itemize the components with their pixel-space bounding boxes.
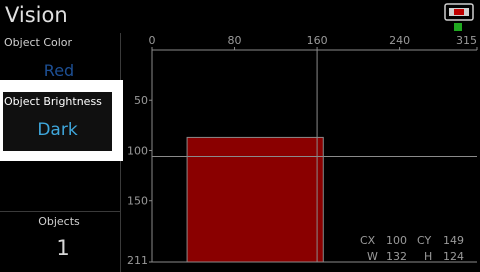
camera-icon[interactable] [444,3,474,21]
readout-w-label: W [367,250,378,263]
object-brightness-label: Object Brightness [4,95,102,108]
objects-label: Objects [38,215,80,228]
y-tick-label: 100 [127,144,148,157]
readout-cx-value: 100 [386,234,407,247]
x-tick-label: 315 [456,34,477,47]
vision-view-chart: 0 80 160 240 315 50 100 150 211 CX 100 CY 149 W 132 H 1… [127,34,478,267]
readout-cx-label: CX [360,234,376,247]
app-title: Vision [5,3,68,27]
readout-cy-label: CY [417,234,431,247]
y-tick-label: 211 [127,254,148,267]
readout-cy-value: 149 [443,234,464,247]
readout-h-value: 124 [443,250,464,263]
object-color-value: Red [43,61,75,80]
x-tick-label: 0 [149,34,156,47]
readout-w-value: 132 [386,250,407,263]
y-tick-label: 50 [134,94,148,107]
status-indicator [454,23,462,31]
object-brightness-value: Dark [37,120,78,140]
y-tick-label: 150 [127,195,148,208]
object-color-panel[interactable]: Object Color Red [0,33,120,81]
object-color-label: Object Color [4,36,73,49]
x-tick-label: 160 [307,34,328,47]
x-tick-label: 80 [228,34,242,47]
objects-divider [0,211,120,212]
x-tick-label: 240 [389,34,410,47]
readout-h-label: H [424,250,432,263]
objects-count: 1 [56,236,70,260]
